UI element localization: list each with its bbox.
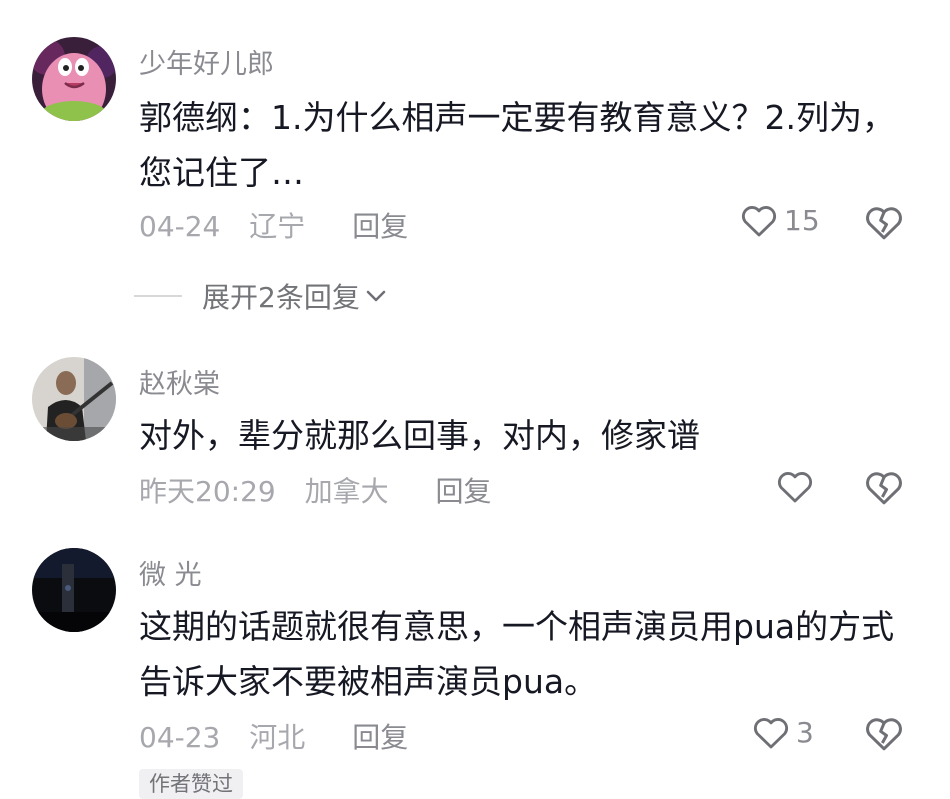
comment-location: 辽宁 [249,210,306,243]
comment-text: 郭德纲：1.为什么相声一定要有教育意义？2.列为，您记住了… [139,98,895,192]
username[interactable]: 微 光 [139,553,202,592]
guitar-player-avatar-icon [32,357,116,441]
comment-meta: 04-23 河北 回复 [139,716,428,756]
like-button[interactable]: 15 [740,202,820,238]
comment-location: 加拿大 [304,475,389,508]
comment-date: 04-23 [139,721,221,754]
broken-heart-icon [866,718,902,751]
username[interactable]: 赵秋棠 [139,362,220,401]
divider-line [134,295,182,297]
author-liked-badge: 作者赞过 [139,769,243,799]
avatar[interactable] [32,357,116,441]
broken-heart-icon [866,207,902,240]
comment-meta: 04-24 辽宁 回复 [139,205,428,245]
heart-icon [778,472,812,503]
reply-button[interactable]: 回复 [352,210,408,243]
reply-button[interactable]: 回复 [352,721,408,754]
comment-meta: 昨天20:29 加拿大 回复 [139,470,512,510]
like-button[interactable]: 3 [752,714,814,750]
like-button[interactable] [776,468,814,504]
dislike-button[interactable] [864,714,904,756]
dislike-button[interactable] [864,203,904,245]
chevron-down-icon [366,290,386,302]
dislike-button[interactable] [864,468,904,510]
avatar[interactable] [32,548,116,632]
comment-date: 昨天20:29 [139,475,276,508]
night-sky-avatar-icon [32,548,116,632]
heart-icon [742,206,776,237]
reply-button[interactable]: 回复 [436,475,492,508]
expand-replies-button[interactable]: 展开2条回复 [134,276,388,316]
comment-text: 这期的话题就很有意思，一个相声演员用pua的方式告诉大家不要被相声演员pua。 [139,607,895,701]
comment-text: 对外，辈分就那么回事，对内，修家谱 [139,416,700,455]
comment-date: 04-24 [139,210,221,243]
broken-heart-icon [866,472,902,505]
heart-icon [754,718,788,749]
patrick-star-avatar-icon [32,37,116,121]
avatar[interactable] [32,37,116,121]
expand-replies-label: 展开2条回复 [202,281,360,314]
username[interactable]: 少年好儿郎 [139,42,274,81]
like-count: 15 [784,203,820,237]
like-count: 3 [796,715,814,749]
comment-location: 河北 [249,721,306,754]
